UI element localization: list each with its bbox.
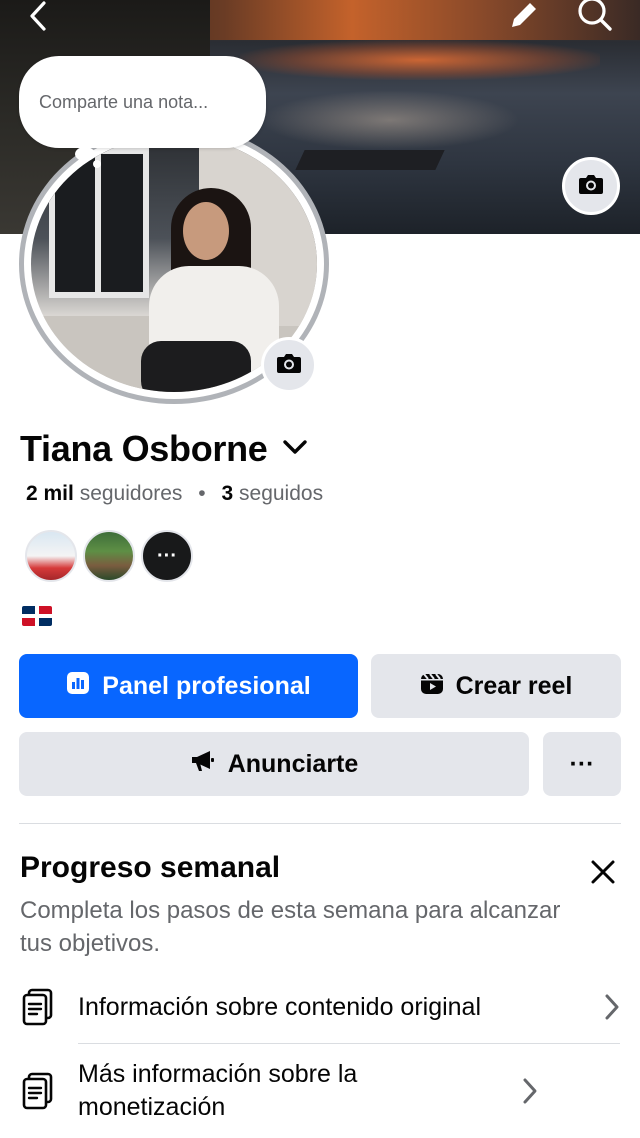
friend-avatar[interactable] [83, 530, 135, 582]
professional-dashboard-button[interactable]: Panel profesional [19, 654, 358, 718]
back-arrow-icon[interactable] [18, 0, 58, 36]
chevron-right-icon [508, 1077, 538, 1105]
weekly-progress-title: Progreso semanal [20, 851, 281, 884]
progress-item-monetization[interactable]: Más información sobre la monetización [20, 1056, 620, 1126]
cover-camera-button[interactable] [562, 157, 620, 215]
camera-icon [276, 352, 302, 379]
chevron-right-icon [590, 993, 620, 1021]
follow-stats: 2 mil seguidores • 3 seguidos [26, 482, 323, 506]
document-icon [20, 987, 56, 1027]
edit-pencil-icon[interactable] [503, 0, 543, 36]
friend-avatar[interactable] [25, 530, 77, 582]
chevron-down-icon[interactable] [282, 439, 308, 460]
document-icon [20, 1071, 56, 1111]
flag-dominican-republic [22, 606, 52, 626]
note-bubble-tail-dot [93, 160, 101, 168]
profile-name: Tiana Osborne [20, 428, 268, 469]
note-bubble-tail [75, 147, 95, 161]
progress-item-original-content[interactable]: Información sobre contenido original [20, 986, 620, 1028]
profile-name-row[interactable]: Tiana Osborne [20, 428, 308, 470]
advertise-label: Anunciarte [227, 749, 359, 778]
reel-icon [420, 671, 444, 702]
progress-item-label: Información sobre contenido original [78, 992, 482, 1021]
more-options-button[interactable]: ··· [543, 732, 621, 796]
search-icon[interactable] [575, 0, 615, 36]
friends-avatars[interactable]: ··· [25, 530, 193, 582]
weekly-progress-description: Completa los pasos de esta semana para a… [20, 897, 561, 957]
share-note-bubble[interactable]: Comparte una nota... [19, 56, 266, 148]
stats-separator: • [198, 482, 206, 505]
progress-item-label: Más información sobre la monetización [78, 1060, 358, 1121]
megaphone-icon [190, 749, 216, 780]
create-reel-button[interactable]: Crear reel [371, 654, 621, 718]
dashboard-icon [66, 671, 90, 702]
professional-dashboard-label: Panel profesional [102, 671, 311, 700]
profile-camera-button[interactable] [261, 337, 317, 393]
followers-label[interactable]: seguidores [80, 482, 183, 505]
section-divider [19, 823, 621, 824]
following-count[interactable]: 3 [221, 482, 233, 505]
followers-count[interactable]: 2 mil [26, 482, 74, 505]
more-icon: ··· [569, 749, 595, 778]
list-divider [78, 1043, 620, 1044]
more-icon: ··· [157, 544, 177, 567]
close-icon[interactable] [585, 854, 621, 890]
following-label[interactable]: seguidos [239, 482, 323, 505]
camera-icon [578, 173, 604, 200]
note-placeholder: Comparte una nota... [39, 91, 209, 112]
advertise-button[interactable]: Anunciarte [19, 732, 529, 796]
more-friends-button[interactable]: ··· [141, 530, 193, 582]
create-reel-label: Crear reel [455, 671, 573, 700]
